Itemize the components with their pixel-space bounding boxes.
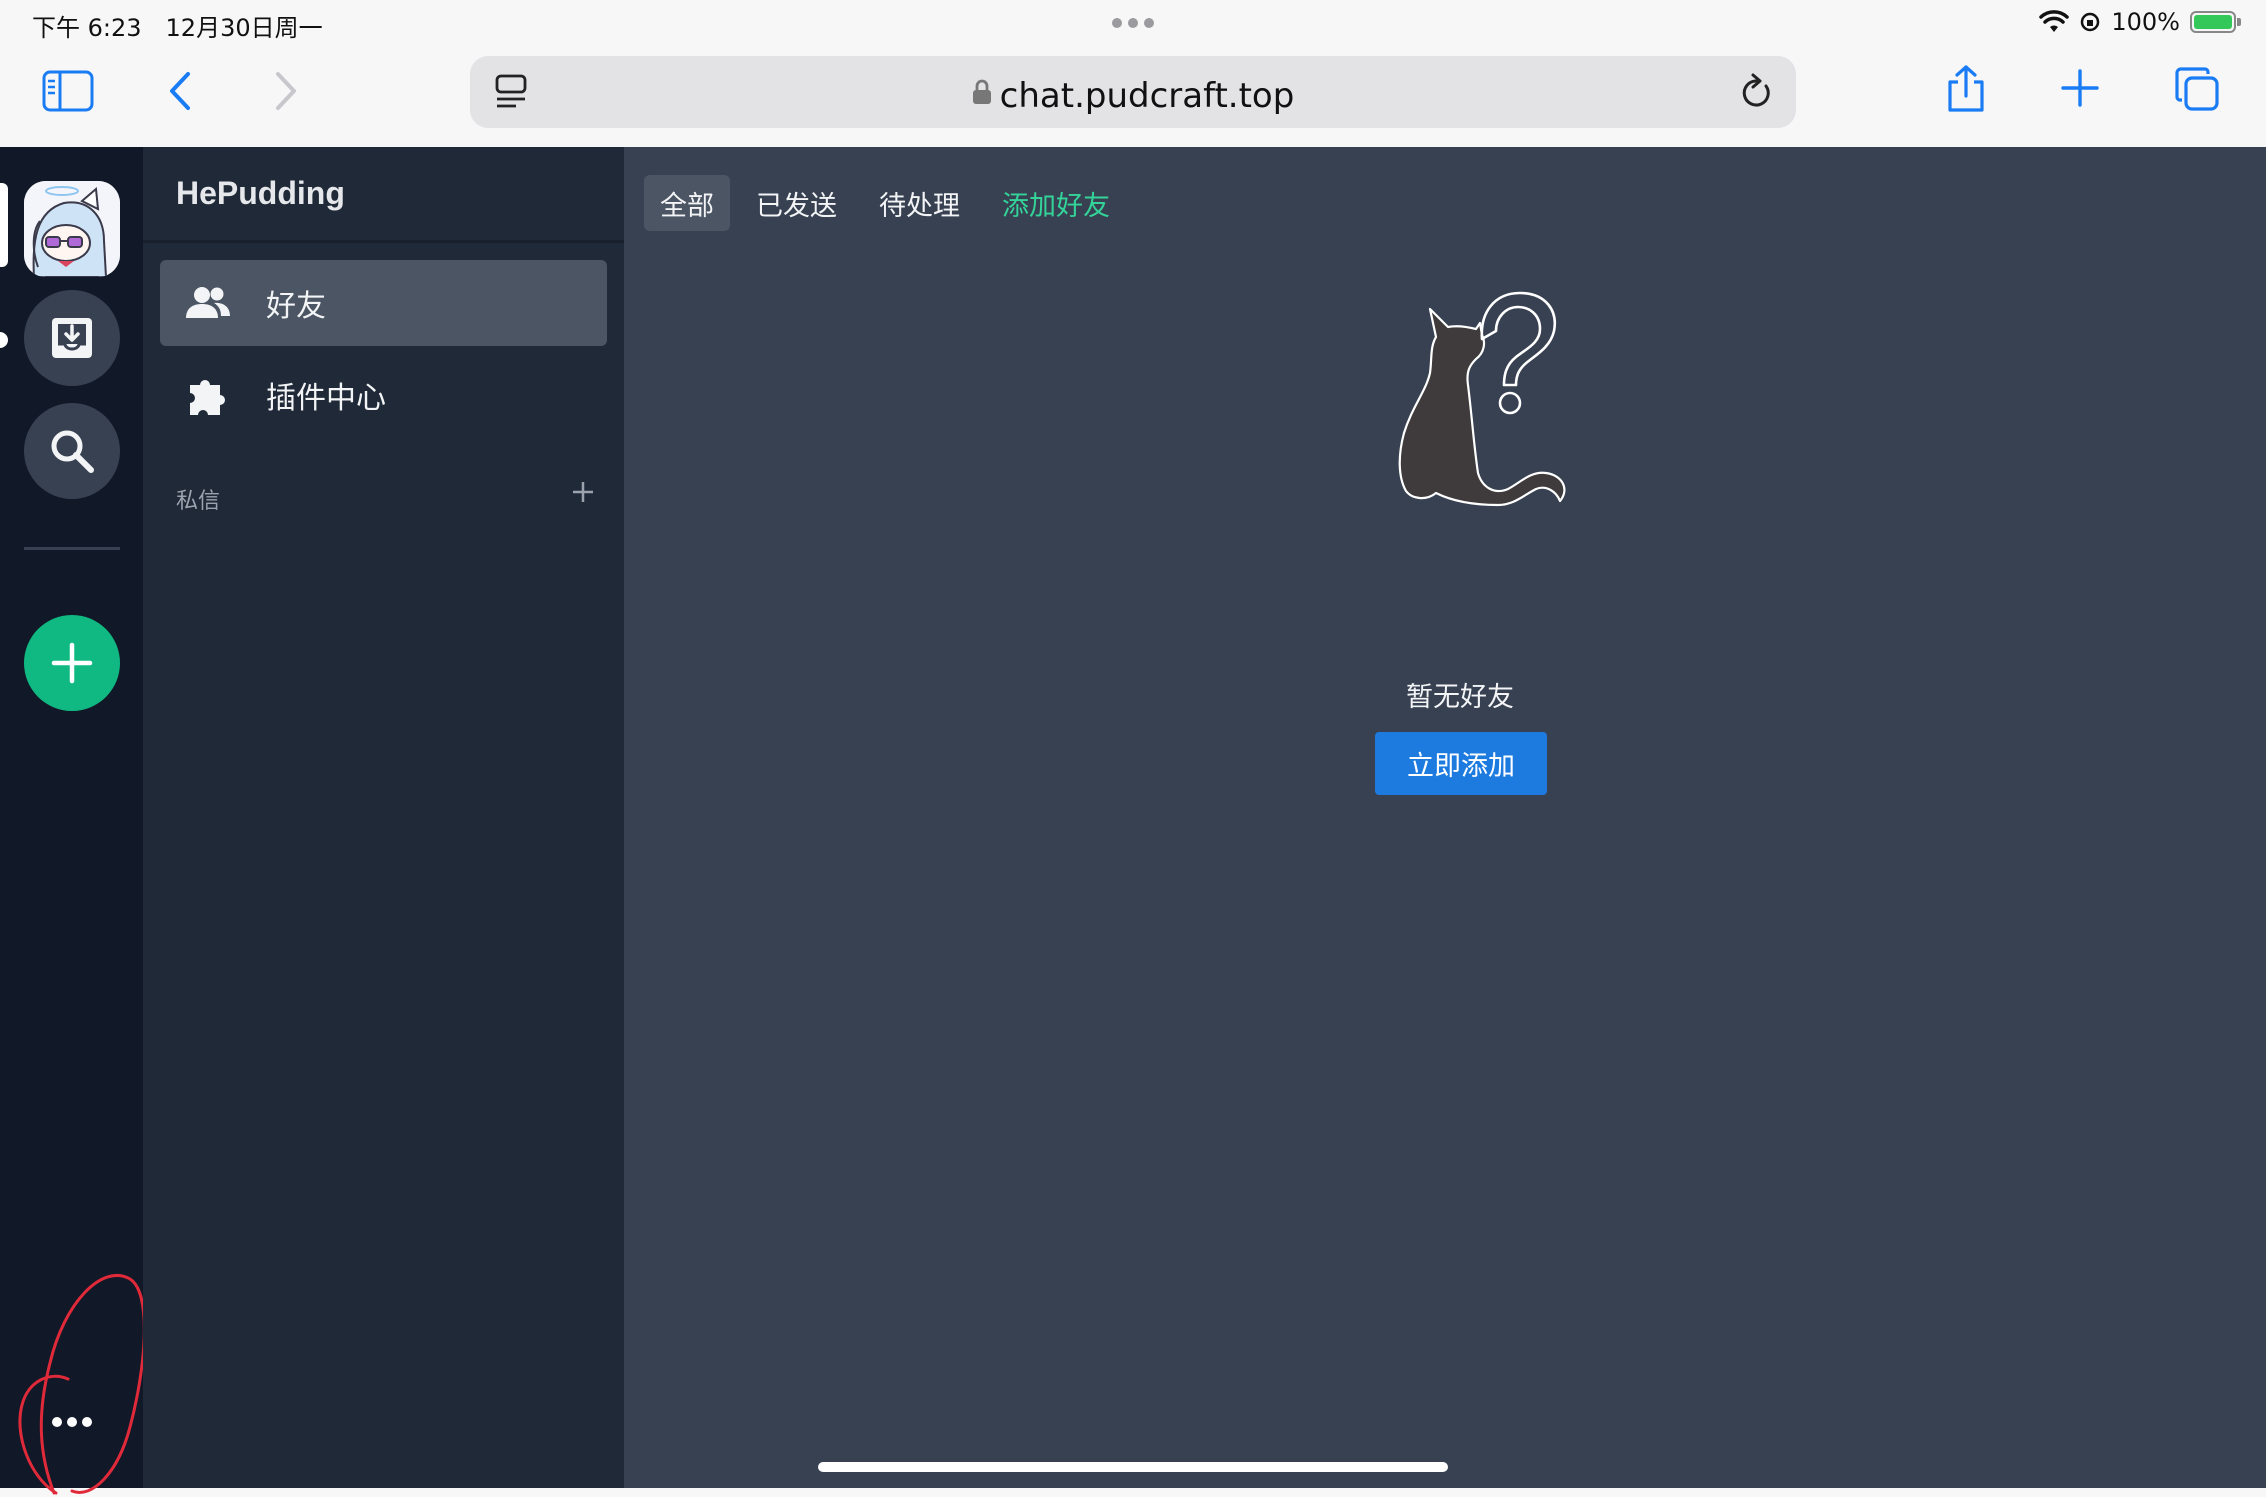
- sidebar-toggle-icon[interactable]: [42, 70, 94, 112]
- empty-message: 暂无好友: [1406, 682, 1514, 713]
- active-server-indicator: [0, 183, 8, 267]
- tabs-overview-icon[interactable]: [2174, 66, 2220, 112]
- unread-indicator: [0, 332, 8, 348]
- search-icon: [48, 427, 96, 475]
- inbox-icon: [48, 314, 96, 362]
- browser-toolbar: chat.pudcraft.top: [0, 48, 2266, 147]
- sidebar-item-label: 插件中心: [266, 381, 386, 416]
- server-rail: [0, 147, 146, 1495]
- forward-icon[interactable]: [272, 70, 300, 112]
- home-indicator: [818, 1462, 1448, 1472]
- dm-section-label: 私信: [176, 489, 221, 514]
- main-panel: 全部 已发送 待处理 添加好友 暂无好友 立即添加: [624, 147, 2266, 1488]
- search-button[interactable]: [24, 403, 120, 499]
- add-server-button[interactable]: [24, 615, 120, 711]
- puzzle-icon: [184, 371, 232, 419]
- multitasking-dots-icon[interactable]: [1110, 16, 1156, 30]
- dm-section-header: 私信: [176, 477, 596, 517]
- tab-all[interactable]: 全部: [644, 175, 730, 231]
- channel-sidebar: HePudding 好友 插件中心 私信: [143, 147, 624, 1488]
- url-text: chat.pudcraft.top: [999, 76, 1295, 116]
- reload-icon[interactable]: [1738, 72, 1774, 112]
- app: HePudding 好友 插件中心 私信 全部 已发送 待处理 添加好友 暂无好…: [0, 147, 2266, 1495]
- sidebar-header: HePudding: [143, 147, 624, 243]
- cat-question-illustration: [1370, 287, 1570, 517]
- status-time: 下午 6:23: [32, 14, 142, 42]
- server-name: HePudding: [176, 175, 345, 211]
- tab-pending[interactable]: 待处理: [863, 175, 976, 231]
- add-friend-now-button[interactable]: 立即添加: [1375, 732, 1547, 795]
- rail-divider: [24, 547, 120, 550]
- sidebar-item-label: 好友: [266, 289, 326, 324]
- server-avatar[interactable]: [24, 181, 120, 277]
- back-icon[interactable]: [166, 70, 194, 112]
- inbox-button[interactable]: [24, 290, 120, 386]
- wifi-icon: [2039, 10, 2070, 34]
- friends-tabs: 全部 已发送 待处理 添加好友: [644, 175, 1136, 231]
- tab-sent[interactable]: 已发送: [740, 175, 853, 231]
- new-tab-icon[interactable]: [2060, 68, 2100, 108]
- red-circle-annotation: [10, 1267, 150, 1497]
- rotation-lock-icon: [2079, 11, 2101, 33]
- tab-add-friend[interactable]: 添加好友: [986, 175, 1126, 231]
- status-date: 12月30日周一: [165, 14, 323, 42]
- add-dm-icon[interactable]: [570, 479, 596, 505]
- lock-icon: [972, 79, 992, 105]
- share-icon[interactable]: [1944, 64, 1988, 114]
- address-bar[interactable]: chat.pudcraft.top: [470, 56, 1796, 128]
- plus-icon: [51, 642, 93, 684]
- sidebar-item-friends[interactable]: 好友: [160, 260, 607, 346]
- battery-icon: [2190, 11, 2241, 33]
- sidebar-item-plugins[interactable]: 插件中心: [160, 352, 607, 438]
- status-bar: 下午 6:23 12月30日周一 100%: [0, 0, 2266, 48]
- battery-percent: 100%: [2111, 8, 2180, 36]
- friends-icon: [184, 279, 232, 327]
